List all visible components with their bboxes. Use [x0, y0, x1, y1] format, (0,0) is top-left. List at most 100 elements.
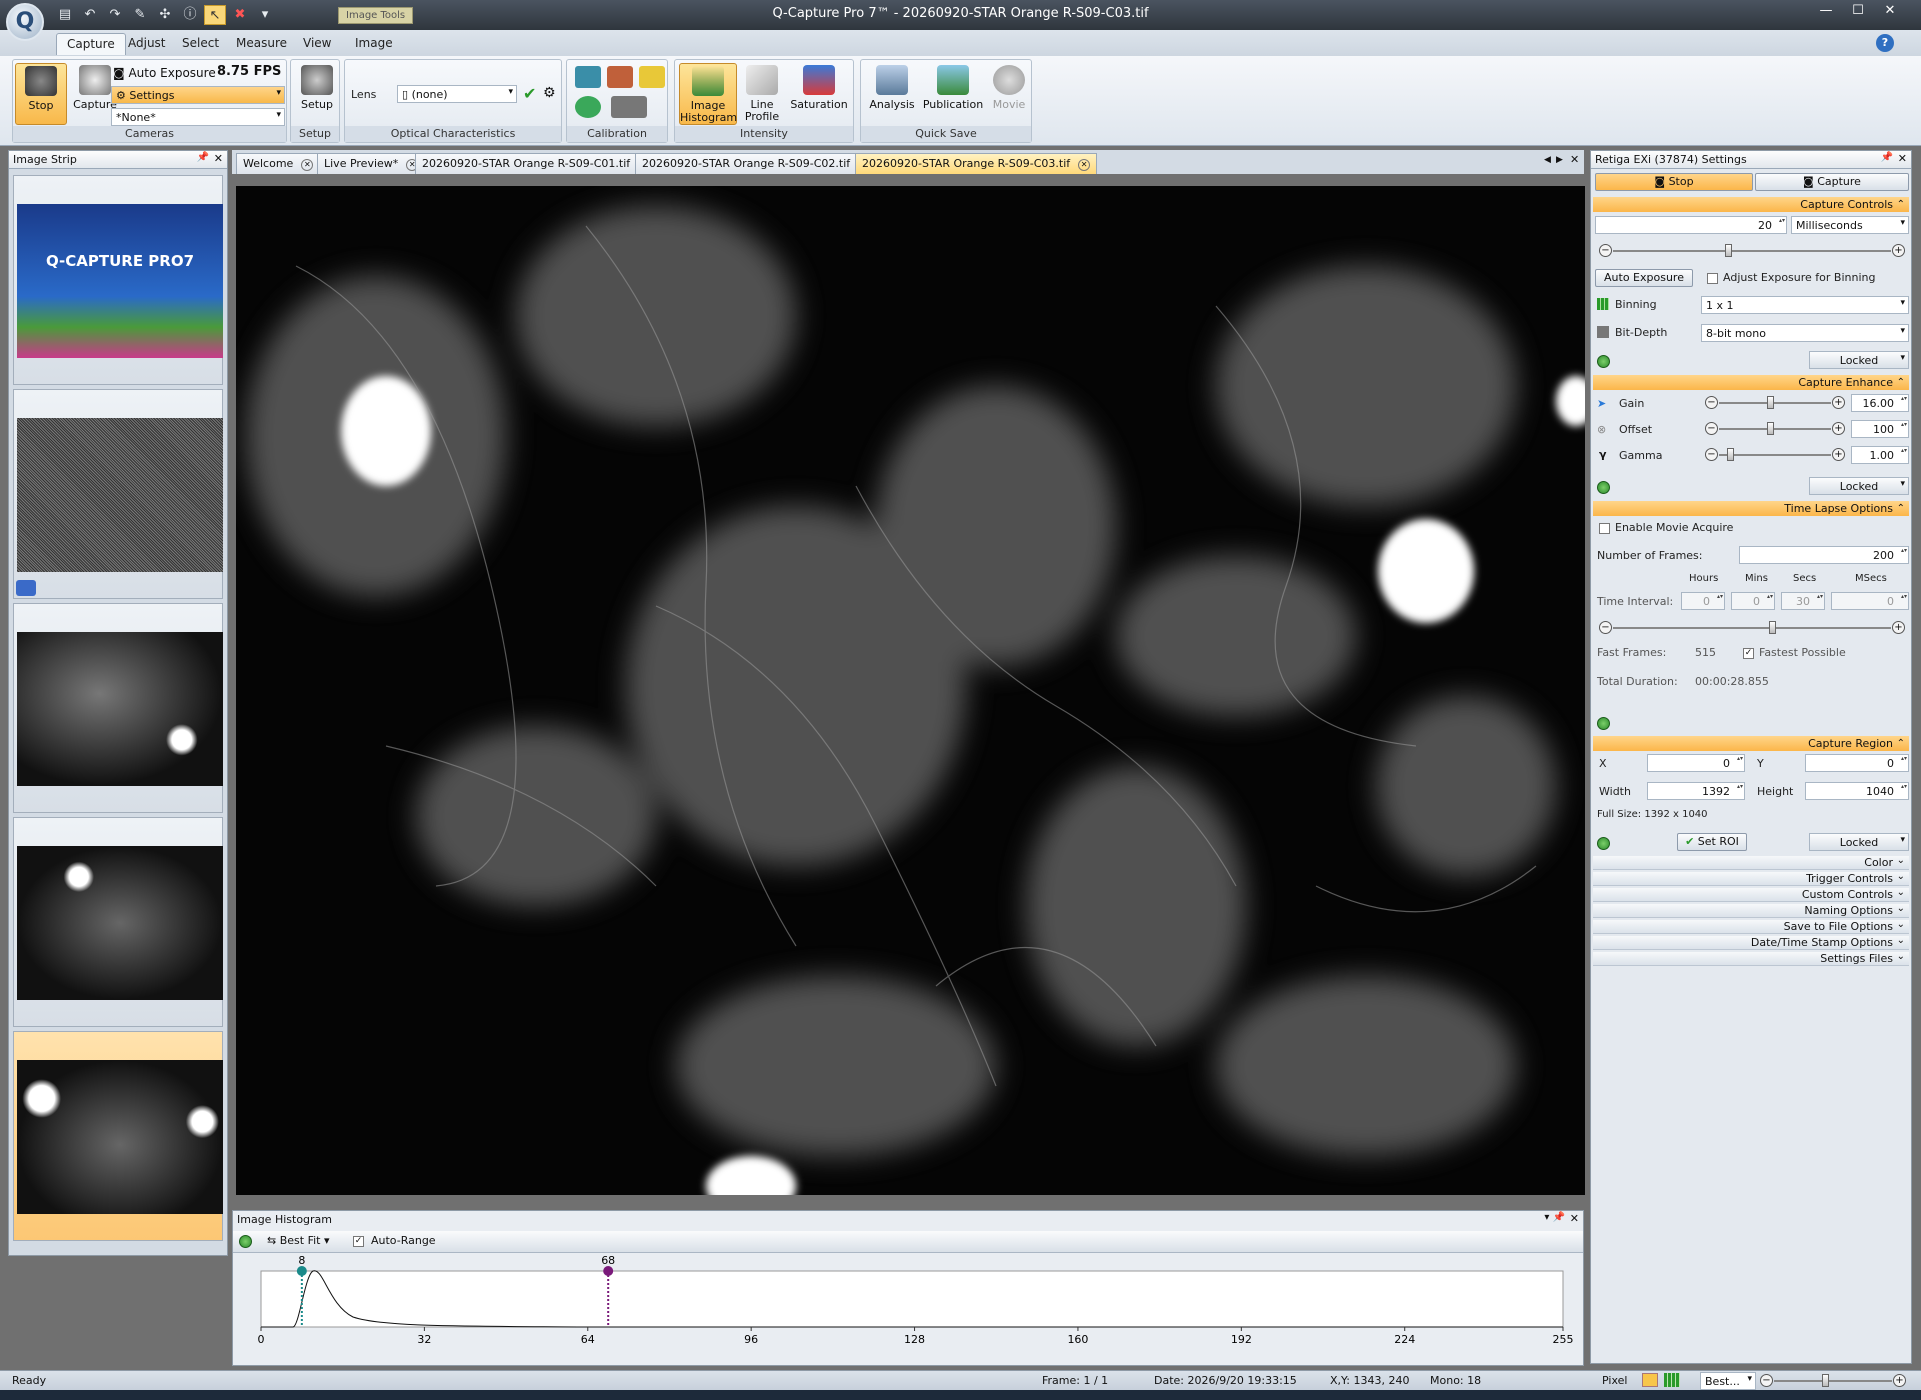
histogram-max-marker-handle[interactable] — [603, 1266, 614, 1276]
flat-field-icon[interactable] — [607, 66, 633, 88]
auto-exposure-button[interactable]: Auto Exposure — [1595, 269, 1693, 287]
region-locked-dropdown[interactable]: Locked — [1809, 833, 1909, 851]
maximize-icon[interactable]: ☐ — [1844, 2, 1872, 20]
controls-locked-dropdown[interactable]: Locked — [1809, 351, 1909, 369]
close-window-icon[interactable]: ✕ — [1876, 2, 1904, 20]
interval-hours-input[interactable]: 0 — [1681, 592, 1725, 610]
adjust-binning-checkbox[interactable] — [1707, 273, 1718, 284]
binning-dropdown[interactable]: 1 x 1 — [1701, 296, 1909, 314]
close-tab-icon[interactable]: ✕ — [301, 159, 314, 171]
settings-dropdown[interactable]: ⚙ Settings — [111, 86, 285, 104]
tab-welcome[interactable]: Welcome ✕ — [236, 153, 321, 174]
trigger-controls-section[interactable]: Trigger Controls — [1593, 870, 1909, 886]
tab-c03[interactable]: 20260920-STAR Orange R-S09-C03.tif ✕ — [855, 153, 1098, 174]
publication-button[interactable]: Publication — [921, 63, 985, 125]
pin-icon[interactable]: ▾ 📌 — [1544, 1212, 1565, 1223]
thumbnail-live-preview[interactable] — [13, 389, 223, 599]
time-lapse-header[interactable]: Time Lapse Options — [1593, 501, 1909, 516]
setup-button[interactable]: Setup — [291, 63, 343, 125]
capture-controls-header[interactable]: Capture Controls — [1593, 197, 1909, 212]
gamma-slider[interactable]: − + — [1705, 448, 1845, 462]
refresh-icon[interactable] — [1597, 717, 1610, 730]
reset-calibration-icon[interactable] — [575, 96, 601, 118]
zoom-dropdown[interactable]: Best... — [1700, 1372, 1756, 1390]
width-input[interactable]: 1392 — [1647, 782, 1745, 800]
close-icon[interactable]: ✕ — [214, 152, 223, 165]
stop-button[interactable]: Stop — [15, 63, 67, 125]
zoom-slider[interactable]: − + — [1760, 1374, 1906, 1388]
best-fit-dropdown[interactable]: ⇆ Best Fit ▾ — [267, 1234, 330, 1247]
thumbnail-welcome[interactable]: Q-CAPTURE PRO7 — [13, 175, 223, 385]
interval-msecs-input[interactable]: 0 — [1831, 592, 1909, 610]
exposure-slider[interactable]: − + — [1599, 244, 1905, 258]
tab-view[interactable]: View — [293, 33, 341, 55]
naming-options-section[interactable]: Naming Options — [1593, 902, 1909, 918]
camera-calibration-icon[interactable] — [611, 96, 647, 118]
x-input[interactable]: 0 — [1647, 754, 1745, 772]
settings-capture-button[interactable]: ◙ Capture — [1755, 173, 1909, 191]
interval-slider[interactable]: − + — [1599, 621, 1905, 635]
refresh-icon[interactable] — [239, 1235, 252, 1248]
frames-input[interactable]: 200 — [1739, 546, 1909, 564]
refresh-icon[interactable] — [1597, 481, 1610, 494]
offset-input[interactable]: 100 — [1851, 420, 1909, 438]
gamma-input[interactable]: 1.00 — [1851, 446, 1909, 464]
thumbnail-c03[interactable] — [13, 1031, 223, 1241]
histogram-min-marker-handle[interactable] — [296, 1266, 307, 1276]
time-icon[interactable] — [639, 66, 665, 88]
gain-input[interactable]: 16.00 — [1851, 394, 1909, 412]
thumbnail-c01[interactable] — [13, 603, 223, 813]
custom-controls-section[interactable]: Custom Controls — [1593, 886, 1909, 902]
interval-mins-input[interactable]: 0 — [1731, 592, 1775, 610]
pin-icon[interactable]: 📌 — [197, 152, 209, 163]
refresh-icon[interactable] — [1597, 837, 1610, 850]
bit-depth-dropdown[interactable]: 8-bit mono — [1701, 324, 1909, 342]
tab-c02[interactable]: 20260920-STAR Orange R-S09-C02.tif✕ — [635, 153, 878, 174]
calibration-icon[interactable] — [575, 66, 601, 88]
analysis-button[interactable]: Analysis — [865, 63, 919, 125]
y-input[interactable]: 0 — [1805, 754, 1909, 772]
tab-measure[interactable]: Measure — [226, 33, 297, 55]
settings-files-section[interactable]: Settings Files — [1593, 950, 1909, 966]
close-icon[interactable]: ✕ — [1898, 152, 1907, 165]
set-roi-button[interactable]: ✔ Set ROI — [1677, 833, 1747, 851]
auto-exposure-toggle[interactable]: ◙ Auto Exposure — [113, 66, 216, 80]
height-input[interactable]: 1040 — [1805, 782, 1909, 800]
settings-stop-button[interactable]: ◙ Stop — [1595, 173, 1753, 191]
date-stamp-section[interactable]: Date/Time Stamp Options — [1593, 934, 1909, 950]
save-options-section[interactable]: Save to File Options — [1593, 918, 1909, 934]
capture-region-header[interactable]: Capture Region — [1593, 736, 1909, 751]
exposure-input[interactable]: 20 — [1595, 216, 1787, 234]
preset-dropdown[interactable]: *None* — [111, 108, 285, 126]
color-section[interactable]: Color — [1593, 854, 1909, 870]
image-histogram-button[interactable]: Image Histogram — [679, 63, 737, 125]
app-logo-icon[interactable]: Q — [6, 3, 44, 41]
tab-capture[interactable]: Capture — [56, 33, 126, 55]
tab-c01[interactable]: 20260920-STAR Orange R-S09-C01.tif✕ — [415, 153, 658, 174]
help-icon[interactable]: ? — [1876, 34, 1894, 52]
tab-live-preview[interactable]: Live Preview* ✕ — [317, 153, 426, 174]
enhance-locked-dropdown[interactable]: Locked — [1809, 477, 1909, 495]
lens-settings-icon[interactable]: ⚙ — [543, 85, 556, 101]
close-document-icon[interactable]: ✕ — [1570, 153, 1579, 166]
saturation-button[interactable]: Saturation — [787, 63, 851, 125]
tab-image[interactable]: Image — [345, 33, 403, 55]
offset-slider[interactable]: − + — [1705, 422, 1845, 436]
interval-secs-input[interactable]: 30 — [1781, 592, 1825, 610]
exposure-unit-dropdown[interactable]: Milliseconds — [1791, 216, 1909, 234]
gain-slider[interactable]: − + — [1705, 396, 1845, 410]
tab-select[interactable]: Select — [172, 33, 229, 55]
close-icon[interactable]: ✕ — [1570, 1212, 1579, 1225]
grid-view-icon[interactable] — [1664, 1373, 1680, 1387]
minimize-icon[interactable]: — — [1812, 2, 1840, 20]
fastest-checkbox[interactable]: ✓ — [1743, 648, 1754, 659]
fit-view-icon[interactable] — [1642, 1373, 1658, 1387]
movie-button[interactable]: Movie — [987, 63, 1031, 125]
capture-enhance-header[interactable]: Capture Enhance — [1593, 375, 1909, 390]
tab-scroll-right-icon[interactable]: ▶ — [1556, 155, 1563, 165]
refresh-icon[interactable] — [1597, 355, 1610, 368]
auto-range-checkbox[interactable]: ✓ — [353, 1236, 364, 1247]
lens-dropdown[interactable]: ▯ (none) — [397, 85, 517, 103]
image-viewer[interactable] — [236, 186, 1585, 1195]
apply-lens-icon[interactable]: ✔ — [523, 84, 536, 103]
